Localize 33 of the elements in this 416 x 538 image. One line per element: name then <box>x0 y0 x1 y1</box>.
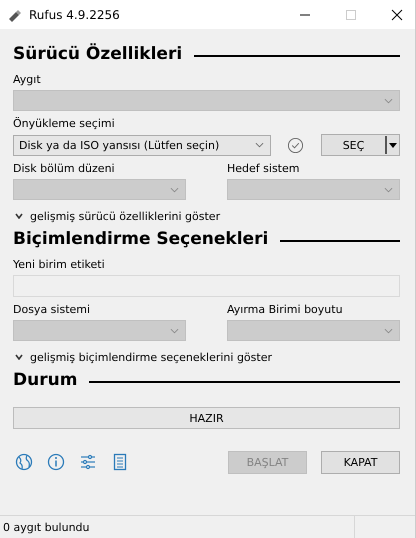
chevron-down-icon <box>384 186 393 192</box>
field-label: Disk bölüm düzeni <box>13 161 116 177</box>
field-label: Ayırma Birimi boyutu <box>227 302 344 318</box>
chevron-down-icon <box>170 328 179 334</box>
section-heading: Sürücü Özellikleri <box>13 44 182 64</box>
close-button[interactable]: KAPAT <box>321 450 400 474</box>
dropdown[interactable]: Disk ya da ISO yansısı (Lütfen seçin) <box>13 134 271 156</box>
field-label: Hedef sistem <box>227 161 300 177</box>
caret-icon <box>389 142 397 148</box>
field-label: Aygıt <box>13 72 42 88</box>
close-icon[interactable] <box>391 8 403 20</box>
globe-icon[interactable] <box>15 453 33 471</box>
log-icon[interactable] <box>111 453 129 471</box>
field-label: Dosya sistemi <box>13 302 92 318</box>
checkmark-circle-icon[interactable] <box>287 136 304 154</box>
settings-icon[interactable] <box>79 453 97 471</box>
field-label: Yeni birim etiketi <box>13 257 106 273</box>
maximize-icon <box>345 8 357 20</box>
advanced-toggle[interactable]: gelişmiş sürücü özelliklerini göster <box>13 208 400 224</box>
section-heading: Biçimlendirme Seçenekleri <box>13 229 268 249</box>
field-label: Önyükleme seçimi <box>13 116 116 132</box>
chevron-icon <box>15 213 23 219</box>
info-icon[interactable] <box>47 453 65 471</box>
section-heading: Durum <box>13 370 78 390</box>
chevron-icon <box>15 354 23 360</box>
chevron-down-icon <box>384 328 393 334</box>
chevron-down-icon <box>170 186 179 192</box>
select-button[interactable]: SEÇ <box>321 134 400 156</box>
window-title: Rufus 4.9.2256 <box>29 8 120 22</box>
chevron-down-icon <box>384 98 393 104</box>
advanced-toggle[interactable]: gelişmiş biçimlendirme seçeneklerini göster <box>13 349 400 365</box>
chevron-down-icon <box>255 142 264 148</box>
status-text: 0 aygıt bulundu <box>3 520 90 534</box>
